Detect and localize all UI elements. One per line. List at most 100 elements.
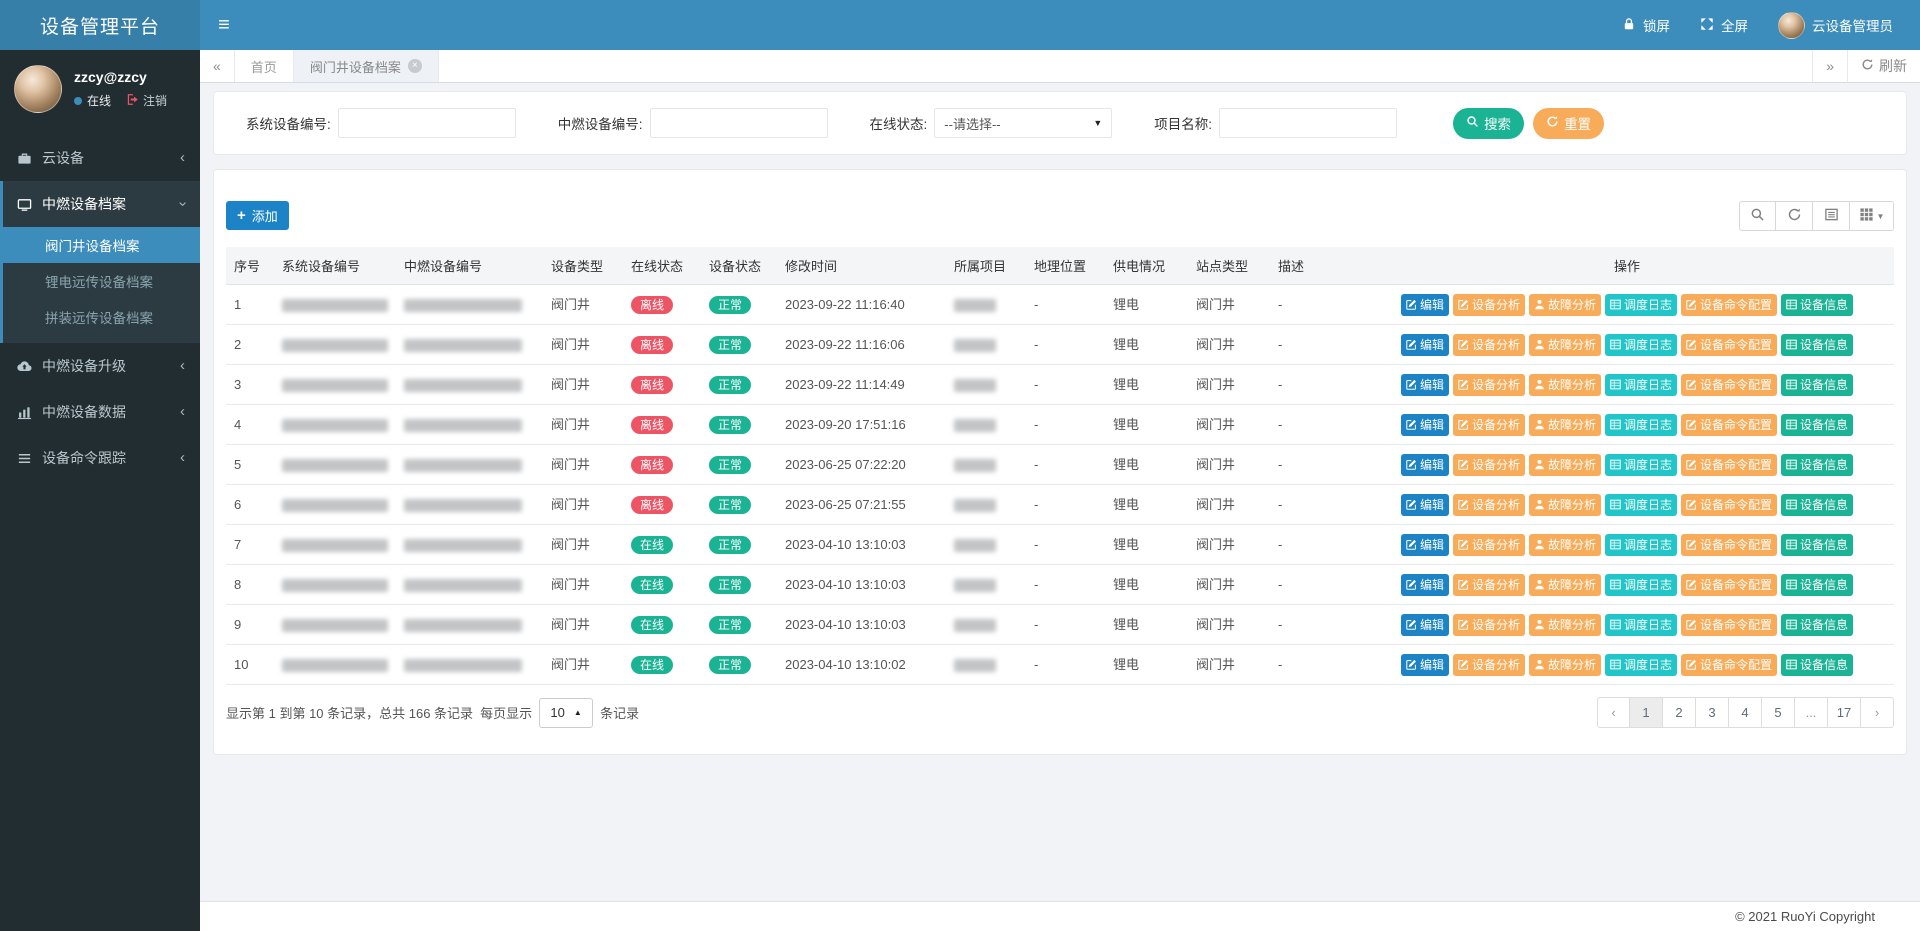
device-info-button[interactable]: 设备信息	[1781, 574, 1853, 596]
online-state-select[interactable]: --请选择-- ▼	[934, 108, 1112, 138]
edit-button[interactable]: 编辑	[1401, 334, 1449, 356]
dispatch-log-button[interactable]: 调度日志	[1605, 494, 1677, 516]
dispatch-log-button[interactable]: 调度日志	[1605, 374, 1677, 396]
sidebar-item-cloud-device[interactable]: 云设备 ‹	[0, 135, 200, 181]
dispatch-log-button[interactable]: 调度日志	[1605, 294, 1677, 316]
refresh-tab-button[interactable]: 刷新	[1847, 50, 1920, 82]
toggle-detail-view-button[interactable]	[1813, 201, 1850, 231]
dispatch-log-button[interactable]: 调度日志	[1605, 454, 1677, 476]
project-name-input[interactable]	[1219, 108, 1397, 138]
device-analysis-button[interactable]: 设备分析	[1453, 294, 1525, 316]
scroll-tabs-right-button[interactable]: »	[1812, 50, 1847, 82]
next-page-button[interactable]: ›	[1861, 697, 1894, 728]
device-command-config-button[interactable]: 设备命令配置	[1681, 574, 1777, 596]
refresh-table-button[interactable]	[1776, 201, 1813, 231]
dispatch-log-button[interactable]: 调度日志	[1605, 574, 1677, 596]
page-button[interactable]: 4	[1729, 697, 1762, 728]
system-device-no-input[interactable]	[338, 108, 516, 138]
sidebar-item-device-data[interactable]: 中燃设备数据 ‹	[0, 389, 200, 435]
sidebar-item-lithium-remote-archive[interactable]: 锂电远传设备档案	[3, 263, 200, 299]
device-analysis-button[interactable]: 设备分析	[1453, 334, 1525, 356]
device-info-button[interactable]: 设备信息	[1781, 414, 1853, 436]
device-analysis-button[interactable]: 设备分析	[1453, 374, 1525, 396]
device-command-config-button[interactable]: 设备命令配置	[1681, 614, 1777, 636]
sidebar-toggle-button[interactable]: ≡	[200, 0, 248, 50]
close-tab-icon[interactable]: ×	[408, 59, 422, 73]
device-command-config-button[interactable]: 设备命令配置	[1681, 454, 1777, 476]
sidebar-item-device-archive[interactable]: 中燃设备档案 ‹	[3, 181, 200, 227]
edit-button[interactable]: 编辑	[1401, 494, 1449, 516]
dispatch-log-button[interactable]: 调度日志	[1605, 334, 1677, 356]
dispatch-log-button[interactable]: 调度日志	[1605, 414, 1677, 436]
tab-valve-well-archive[interactable]: 阀门井设备档案 ×	[294, 50, 439, 82]
device-command-config-button[interactable]: 设备命令配置	[1681, 494, 1777, 516]
device-info-button[interactable]: 设备信息	[1781, 454, 1853, 476]
device-info-button[interactable]: 设备信息	[1781, 534, 1853, 556]
device-command-config-button[interactable]: 设备命令配置	[1681, 414, 1777, 436]
reset-button[interactable]: 重置	[1533, 108, 1604, 139]
search-button[interactable]: 搜索	[1453, 108, 1524, 139]
fault-analysis-button[interactable]: 故障分析	[1529, 294, 1601, 316]
sidebar-item-valve-well-archive[interactable]: 阀门井设备档案	[3, 227, 200, 263]
fault-analysis-button[interactable]: 故障分析	[1529, 454, 1601, 476]
fault-analysis-button[interactable]: 故障分析	[1529, 414, 1601, 436]
app-logo[interactable]: 设备管理平台	[0, 0, 200, 50]
page-button[interactable]: 1	[1630, 697, 1663, 728]
add-button[interactable]: + 添加	[226, 201, 289, 230]
dispatch-log-button[interactable]: 调度日志	[1605, 654, 1677, 676]
fault-analysis-button[interactable]: 故障分析	[1529, 614, 1601, 636]
fault-analysis-button[interactable]: 故障分析	[1529, 374, 1601, 396]
device-command-config-button[interactable]: 设备命令配置	[1681, 654, 1777, 676]
device-analysis-button[interactable]: 设备分析	[1453, 494, 1525, 516]
device-analysis-button[interactable]: 设备分析	[1453, 614, 1525, 636]
page-size-select[interactable]: 10 ▲	[539, 698, 593, 728]
edit-button[interactable]: 编辑	[1401, 294, 1449, 316]
tab-home[interactable]: 首页	[235, 50, 294, 82]
dispatch-log-button[interactable]: 调度日志	[1605, 534, 1677, 556]
device-command-config-button[interactable]: 设备命令配置	[1681, 534, 1777, 556]
edit-button[interactable]: 编辑	[1401, 574, 1449, 596]
page-button[interactable]: 17	[1828, 697, 1861, 728]
device-analysis-button[interactable]: 设备分析	[1453, 414, 1525, 436]
sidebar-item-assembled-remote-archive[interactable]: 拼装远传设备档案	[3, 299, 200, 335]
edit-button[interactable]: 编辑	[1401, 454, 1449, 476]
fault-analysis-button[interactable]: 故障分析	[1529, 494, 1601, 516]
device-info-button[interactable]: 设备信息	[1781, 374, 1853, 396]
user-menu[interactable]: 云设备管理员	[1763, 0, 1908, 50]
scroll-tabs-left-button[interactable]: «	[200, 50, 235, 82]
fault-analysis-button[interactable]: 故障分析	[1529, 334, 1601, 356]
prev-page-button[interactable]: ‹	[1597, 697, 1630, 728]
fullscreen-button[interactable]: 全屏	[1685, 0, 1763, 50]
device-analysis-button[interactable]: 设备分析	[1453, 534, 1525, 556]
show-search-button[interactable]	[1739, 201, 1776, 231]
fault-analysis-button[interactable]: 故障分析	[1529, 534, 1601, 556]
device-analysis-button[interactable]: 设备分析	[1453, 454, 1525, 476]
fault-analysis-button[interactable]: 故障分析	[1529, 654, 1601, 676]
page-button[interactable]: 2	[1663, 697, 1696, 728]
device-command-config-button[interactable]: 设备命令配置	[1681, 374, 1777, 396]
columns-button[interactable]: ▼	[1850, 201, 1894, 231]
device-info-button[interactable]: 设备信息	[1781, 334, 1853, 356]
gas-device-no-input[interactable]	[650, 108, 828, 138]
sidebar-item-command-tracking[interactable]: 设备命令跟踪 ‹	[0, 435, 200, 481]
edit-button[interactable]: 编辑	[1401, 654, 1449, 676]
device-info-button[interactable]: 设备信息	[1781, 294, 1853, 316]
dispatch-log-button[interactable]: 调度日志	[1605, 614, 1677, 636]
page-button[interactable]: 3	[1696, 697, 1729, 728]
logout-link[interactable]: 注销	[126, 92, 167, 109]
lock-screen-button[interactable]: 锁屏	[1607, 0, 1685, 50]
sidebar-item-device-upgrade[interactable]: 中燃设备升级 ‹	[0, 343, 200, 389]
device-command-config-button[interactable]: 设备命令配置	[1681, 334, 1777, 356]
device-info-button[interactable]: 设备信息	[1781, 654, 1853, 676]
device-info-button[interactable]: 设备信息	[1781, 494, 1853, 516]
edit-button[interactable]: 编辑	[1401, 414, 1449, 436]
device-command-config-button[interactable]: 设备命令配置	[1681, 294, 1777, 316]
page-button[interactable]: 5	[1762, 697, 1795, 728]
edit-button[interactable]: 编辑	[1401, 614, 1449, 636]
fault-analysis-button[interactable]: 故障分析	[1529, 574, 1601, 596]
device-analysis-button[interactable]: 设备分析	[1453, 654, 1525, 676]
edit-button[interactable]: 编辑	[1401, 534, 1449, 556]
device-info-button[interactable]: 设备信息	[1781, 614, 1853, 636]
device-analysis-button[interactable]: 设备分析	[1453, 574, 1525, 596]
edit-button[interactable]: 编辑	[1401, 374, 1449, 396]
